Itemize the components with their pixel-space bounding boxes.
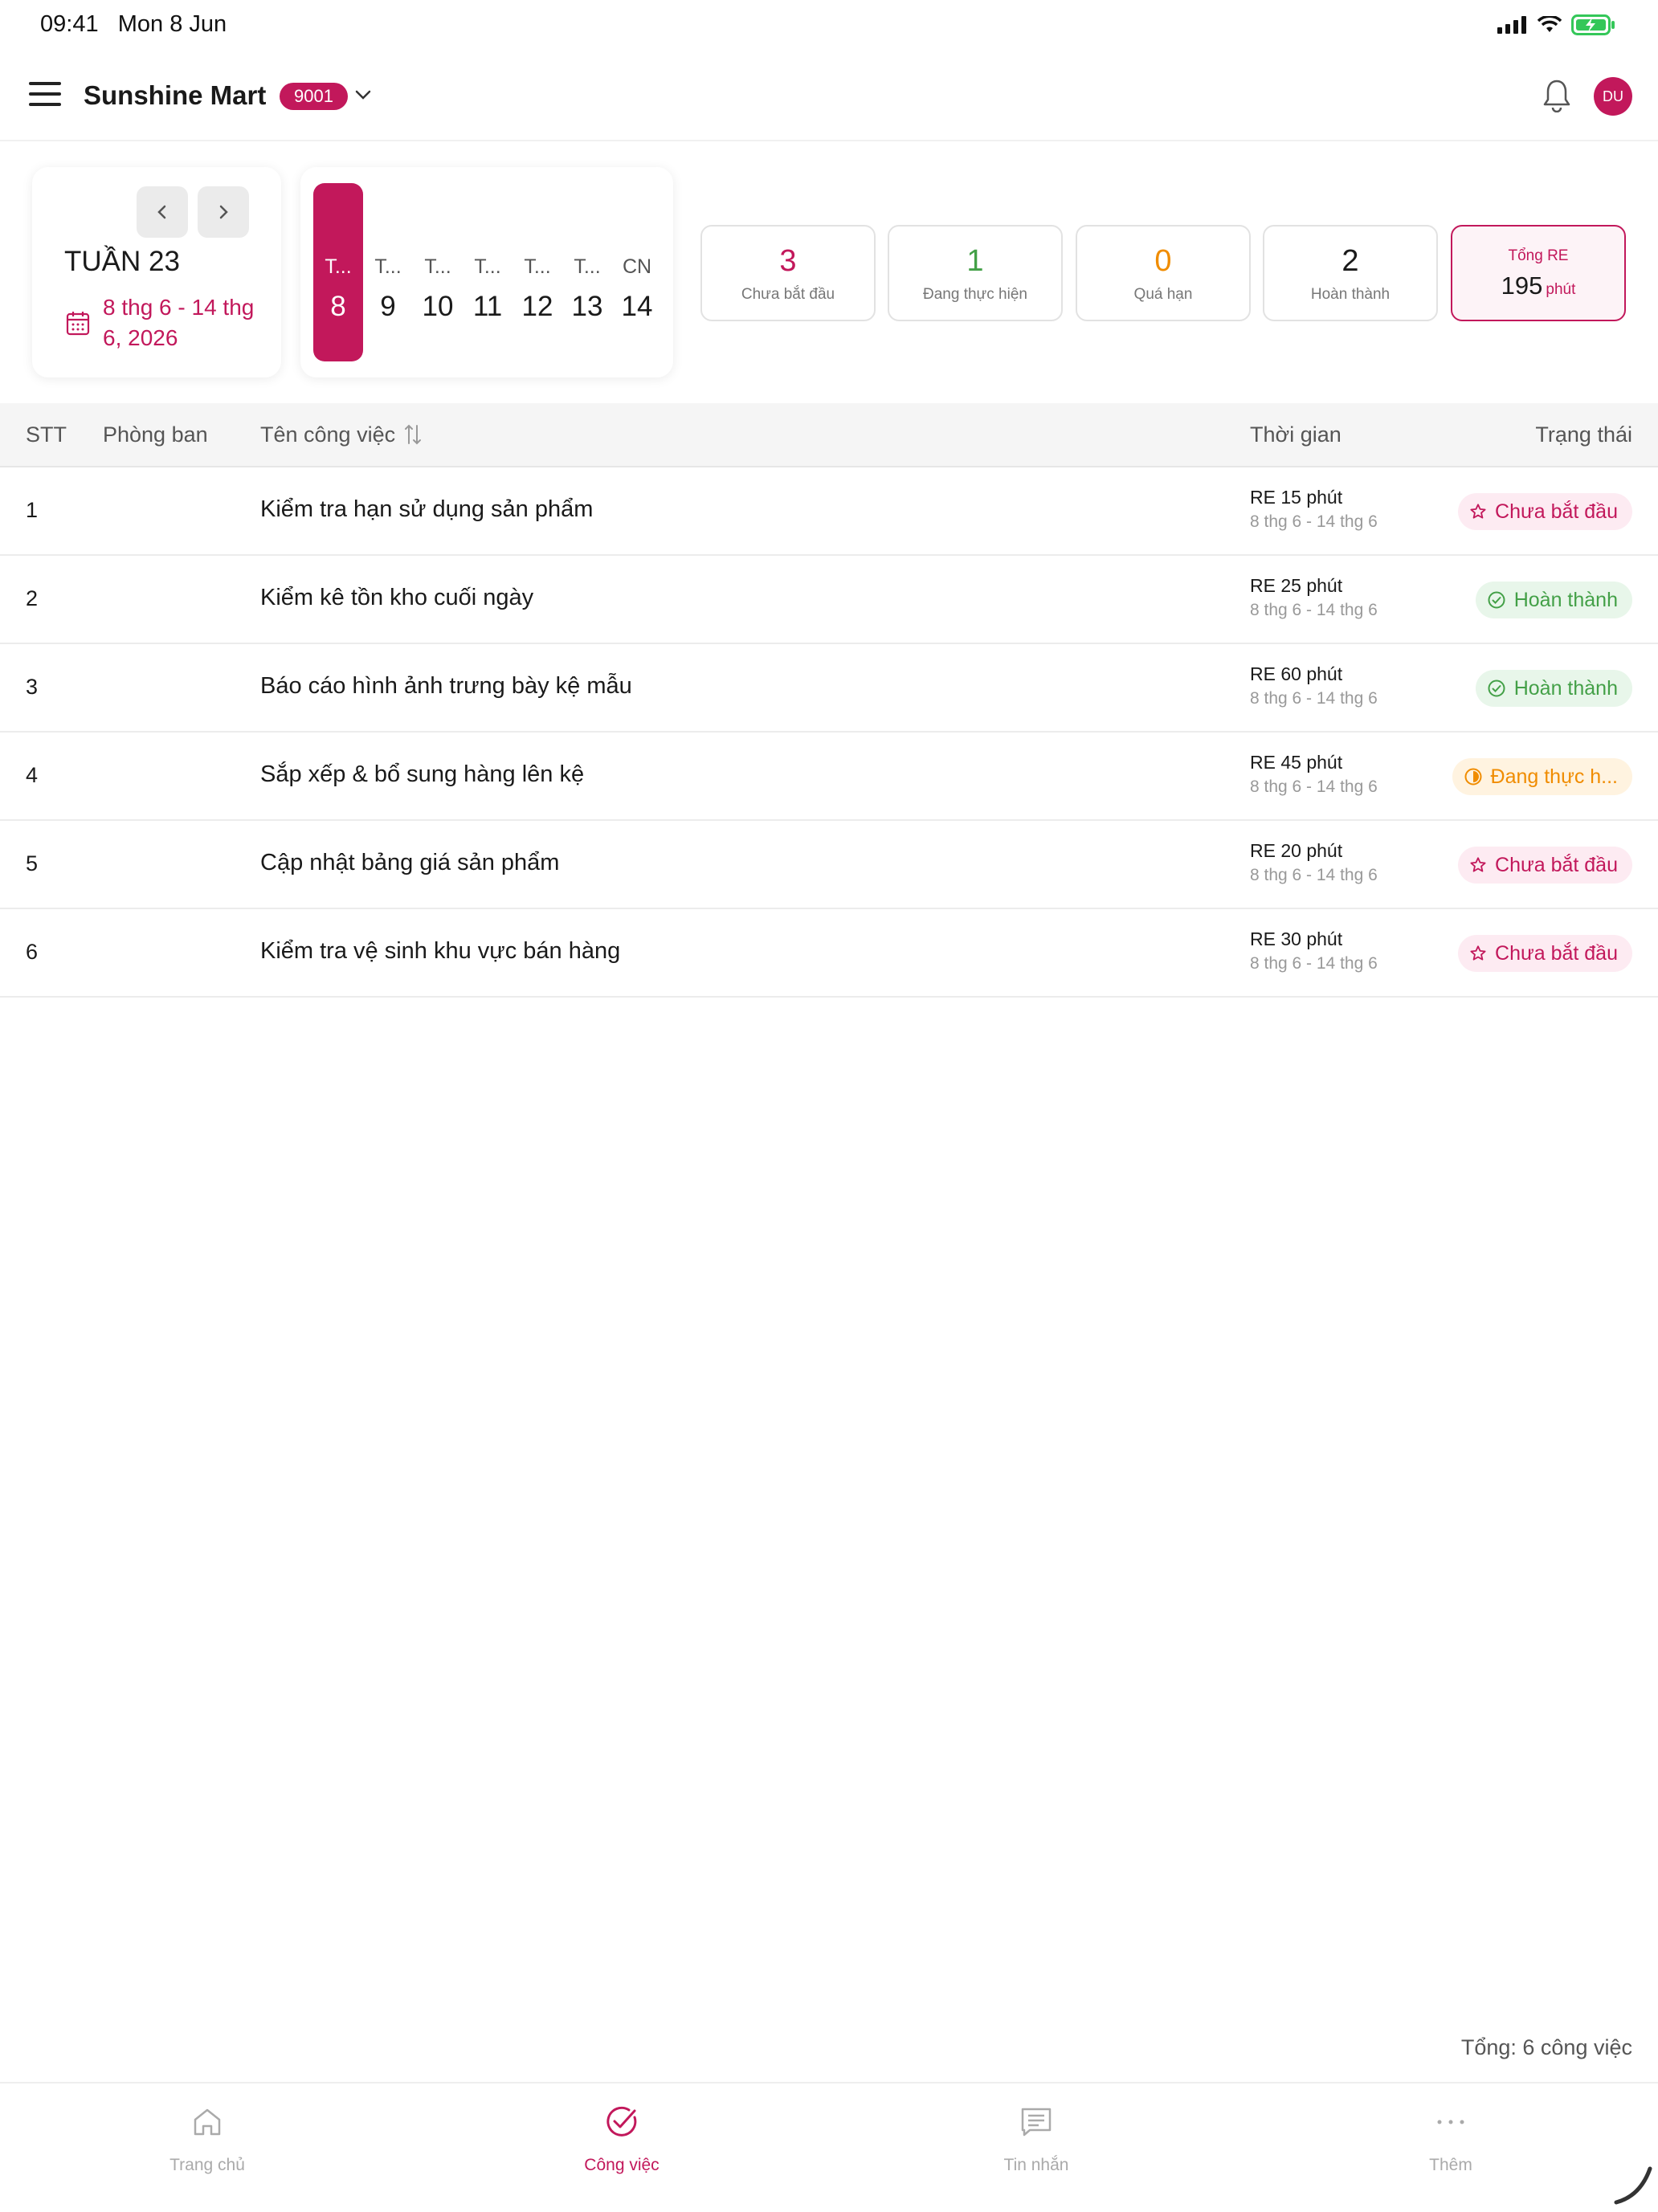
battery-icon xyxy=(1571,14,1615,35)
star-icon xyxy=(1470,945,1486,961)
week-card: TUẦN 23 8 thg 6 - 14 thg 6, 2026 xyxy=(32,167,281,378)
header-stt: STT xyxy=(26,422,67,447)
total-task-count: Tổng: 6 công việc xyxy=(1460,2035,1632,2059)
stat-in-progress[interactable]: 1 Đang thực hiện xyxy=(888,225,1063,321)
task-re: RE 15 phút xyxy=(1250,487,1343,508)
task-name: Kiểm tra hạn sử dụng sản phẩm xyxy=(260,496,594,522)
task-name: Báo cáo hình ảnh trưng bày kệ mẫu xyxy=(260,673,632,699)
day-item[interactable]: T... 10 xyxy=(413,183,463,361)
task-range: 8 thg 6 - 14 thg 6 xyxy=(1250,512,1378,531)
store-code-badge: 9001 xyxy=(280,83,348,110)
status-badge: Chưa bắt đầu xyxy=(1458,847,1632,884)
tab-tasks[interactable]: Công việc xyxy=(414,2083,829,2212)
star-icon xyxy=(1470,504,1486,519)
header-department: Phòng ban xyxy=(103,422,208,447)
wifi-icon xyxy=(1538,16,1562,32)
status-badge: Chưa bắt đầu xyxy=(1458,493,1632,530)
stat-total-re[interactable]: Tổng RE 195 phút xyxy=(1451,225,1626,321)
total-re-value: 195 phút xyxy=(1501,271,1576,300)
task-re: RE 30 phút xyxy=(1250,928,1343,949)
day-selector: T... 8 T... 9 T... 10 T... 11 T... 12 T.… xyxy=(300,167,673,378)
task-name: Cập nhật bảng giá sản phẩm xyxy=(260,850,560,875)
day-item[interactable]: T... 8 xyxy=(313,183,363,361)
check-circle-icon xyxy=(1488,680,1505,697)
day-item[interactable]: CN 14 xyxy=(612,183,662,361)
calendar-icon xyxy=(66,312,90,336)
header-status: Trạng thái xyxy=(1535,422,1632,447)
task-name: Kiểm kê tồn kho cuối ngày xyxy=(260,585,534,610)
task-re: RE 20 phút xyxy=(1250,840,1343,861)
status-badge: Hoàn thành xyxy=(1475,670,1632,707)
status-badge: Chưa bắt đầu xyxy=(1458,935,1632,972)
table-row[interactable]: 4 Sắp xếp & bổ sung hàng lên kệ RE 45 ph… xyxy=(0,733,1658,821)
header-task[interactable]: Tên công việc xyxy=(260,422,395,447)
signal-icon xyxy=(1497,16,1526,34)
app-header: Sunshine Mart 9001 DU xyxy=(0,51,1658,141)
table-row[interactable]: 6 Kiểm tra vệ sinh khu vực bán hàng RE 3… xyxy=(0,909,1658,998)
table-row[interactable]: 5 Cập nhật bảng giá sản phẩm RE 20 phút … xyxy=(0,821,1658,909)
chevron-down-icon[interactable] xyxy=(353,85,373,104)
table-row[interactable]: 3 Báo cáo hình ảnh trưng bày kệ mẫu RE 6… xyxy=(0,644,1658,733)
week-date-range: 8 thg 6 - 14 thg 6, 2026 xyxy=(103,295,255,350)
more-icon xyxy=(1437,2120,1464,2124)
status-icons xyxy=(1497,14,1616,35)
task-re: RE 60 phút xyxy=(1250,663,1343,684)
chevron-left-icon xyxy=(157,205,166,219)
status-bar: 09:41 Mon 8 Jun xyxy=(0,0,1658,51)
avatar[interactable]: DU xyxy=(1594,77,1632,116)
week-title: TUẦN 23 xyxy=(64,246,180,277)
stat-overdue[interactable]: 0 Quá hạn xyxy=(1076,225,1251,321)
star-icon xyxy=(1470,857,1486,872)
prev-week-button[interactable] xyxy=(137,186,188,238)
tab-home[interactable]: Trang chủ xyxy=(0,2083,414,2212)
next-week-button[interactable] xyxy=(198,186,249,238)
sort-icon[interactable] xyxy=(403,422,423,447)
store-name[interactable]: Sunshine Mart xyxy=(84,80,266,111)
status-badge: Đang thực h... xyxy=(1452,758,1632,795)
status-time: 09:41 Mon 8 Jun xyxy=(40,11,227,37)
chevron-right-icon xyxy=(219,205,228,219)
task-name: Sắp xếp & bổ sung hàng lên kệ xyxy=(260,761,585,787)
task-range: 8 thg 6 - 14 thg 6 xyxy=(1250,866,1378,884)
table-row[interactable]: 2 Kiểm kê tồn kho cuối ngày RE 25 phút 8… xyxy=(0,556,1658,644)
message-icon xyxy=(1021,2108,1052,2136)
table-row[interactable]: 1 Kiểm tra hạn sử dụng sản phẩm RE 15 ph… xyxy=(0,467,1658,556)
tab-more[interactable]: Thêm xyxy=(1244,2083,1658,2212)
table-header: STT Phòng ban Tên công việc Thời gian Tr… xyxy=(0,403,1658,467)
bell-icon[interactable] xyxy=(1542,79,1571,112)
header-time: Thời gian xyxy=(1250,422,1342,447)
tab-messages[interactable]: Tin nhắn xyxy=(829,2083,1244,2212)
task-range: 8 thg 6 - 14 thg 6 xyxy=(1250,954,1378,973)
home-icon xyxy=(194,2108,221,2136)
bottom-nav: Trang chủ Công việc Tin nhắn Thêm xyxy=(0,2082,1658,2210)
status-badge: Hoàn thành xyxy=(1475,582,1632,618)
menu-icon[interactable] xyxy=(29,82,61,111)
task-re: RE 45 phút xyxy=(1250,752,1343,773)
task-range: 8 thg 6 - 14 thg 6 xyxy=(1250,601,1378,619)
scroll-corner-indicator xyxy=(1614,2166,1652,2205)
stat-done[interactable]: 2 Hoàn thành xyxy=(1263,225,1438,321)
task-name: Kiểm tra vệ sinh khu vực bán hàng xyxy=(260,938,621,964)
check-circle-icon xyxy=(606,2106,637,2136)
task-range: 8 thg 6 - 14 thg 6 xyxy=(1250,689,1378,708)
day-item[interactable]: T... 12 xyxy=(513,183,562,361)
day-item[interactable]: T... 13 xyxy=(562,183,612,361)
task-re: RE 25 phút xyxy=(1250,575,1343,596)
stat-not-started[interactable]: 3 Chưa bắt đầu xyxy=(700,225,876,321)
check-circle-icon xyxy=(1488,591,1505,609)
half-circle-icon xyxy=(1464,768,1482,786)
day-item[interactable]: T... 9 xyxy=(363,183,413,361)
day-item[interactable]: T... 11 xyxy=(463,183,513,361)
task-range: 8 thg 6 - 14 thg 6 xyxy=(1250,777,1378,796)
